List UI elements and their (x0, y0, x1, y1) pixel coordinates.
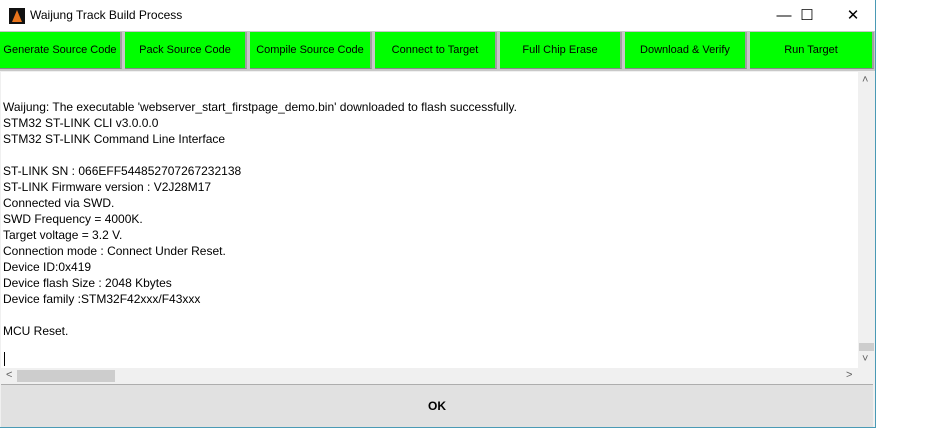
horizontal-scroll-thumb[interactable] (17, 370, 115, 382)
download-verify-button[interactable]: Download & Verify (625, 32, 747, 69)
scroll-down-icon[interactable]: ˅ (862, 353, 868, 365)
ok-button[interactable]: OK (1, 384, 873, 427)
generate-source-code-button[interactable]: Generate Source Code (0, 32, 122, 69)
scroll-left-icon[interactable]: < (6, 369, 12, 381)
scroll-up-icon[interactable]: ˄ (862, 74, 868, 86)
compile-source-code-button[interactable]: Compile Source Code (250, 32, 372, 69)
connect-to-target-button[interactable]: Connect to Target (375, 32, 497, 69)
run-target-button[interactable]: Run Target (750, 32, 874, 69)
scroll-right-icon[interactable]: > (846, 369, 852, 381)
full-chip-erase-button[interactable]: Full Chip Erase (500, 32, 622, 69)
horizontal-scrollbar[interactable]: < > (1, 368, 858, 384)
build-process-window: Waijung Track Build Process — ☐ ✕ Genera… (0, 0, 876, 428)
vertical-scrollbar[interactable]: ˄ ˅ (858, 72, 875, 368)
window-title: Waijung Track Build Process (30, 8, 183, 22)
title-bar: Waijung Track Build Process — ☐ ✕ (0, 0, 875, 31)
maximize-button[interactable]: ☐ (784, 0, 830, 31)
toolbar: Generate Source Code Pack Source Code Co… (0, 31, 875, 71)
log-text: Waijung: The executable 'webserver_start… (3, 100, 517, 338)
vertical-scroll-thumb[interactable] (859, 343, 874, 351)
close-button[interactable]: ✕ (830, 0, 876, 31)
matlab-icon (9, 8, 25, 24)
pack-source-code-button[interactable]: Pack Source Code (125, 32, 247, 69)
text-caret (4, 352, 5, 366)
log-output[interactable]: Waijung: The executable 'webserver_start… (1, 72, 858, 368)
